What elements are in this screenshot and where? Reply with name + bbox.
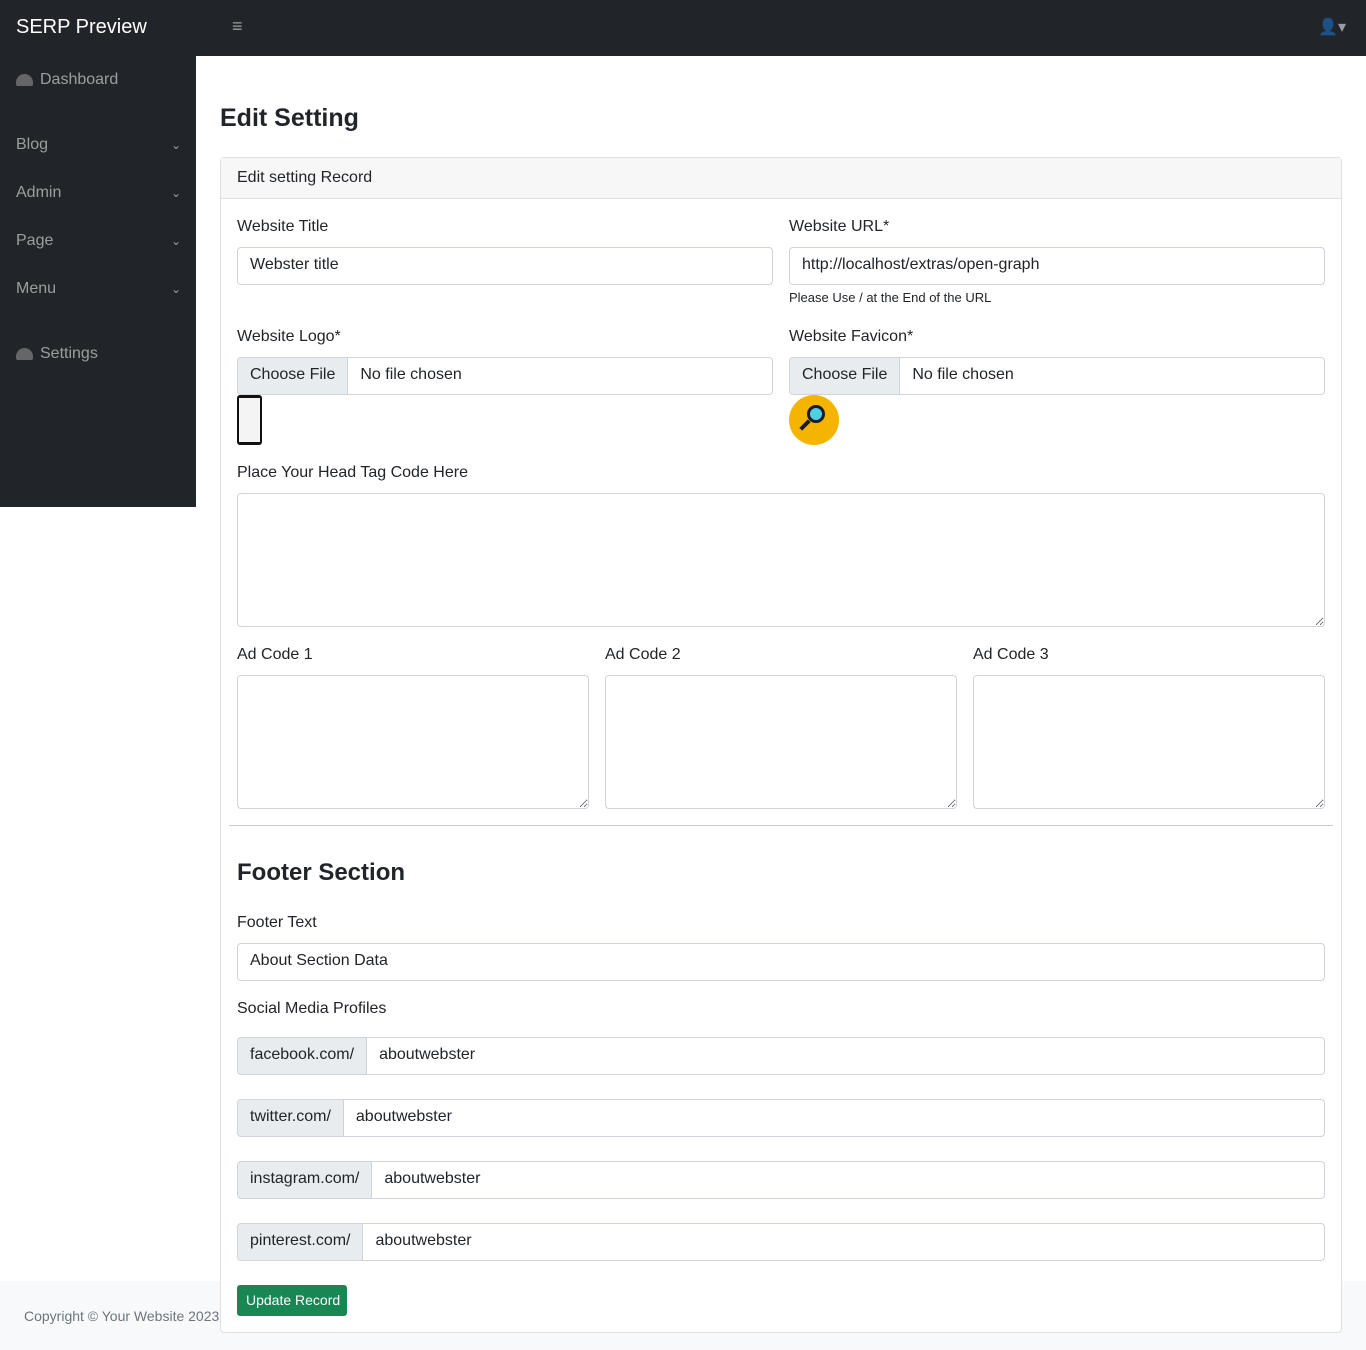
url-help-text: Please Use / at the End of the URL — [789, 290, 992, 305]
ad-code-1-textarea[interactable] — [237, 675, 589, 809]
instagram-input-group: instagram.com/aboutwebster — [237, 1161, 1325, 1199]
twitter-input-group: twitter.com/aboutwebster — [237, 1099, 1325, 1137]
user-menu-icon[interactable]: 👤▾ — [1318, 17, 1346, 37]
sidebar-item-dashboard[interactable]: Dashboard — [16, 71, 181, 89]
dashboard-icon — [16, 74, 33, 86]
sidebar-item-label: Settings — [40, 345, 98, 362]
ad-code-2-label: Ad Code 2 — [605, 646, 681, 663]
update-record-button[interactable]: Update Record — [237, 1285, 347, 1316]
ad-code-3-label: Ad Code 3 — [973, 646, 1049, 663]
ad-code-1-label: Ad Code 1 — [237, 646, 313, 663]
website-url-label: Website URL* — [789, 218, 890, 235]
ad-code-2-textarea[interactable] — [605, 675, 957, 809]
sidebar-toggle-icon[interactable]: ≡ — [232, 16, 243, 37]
sidebar-item-blog[interactable]: Blog ⌄ — [16, 136, 181, 154]
choose-file-button[interactable]: Choose File — [238, 358, 349, 394]
favicon-preview-image — [789, 395, 839, 445]
sidebar-item-menu[interactable]: Menu ⌄ — [16, 280, 181, 298]
file-status: No file chosen — [360, 366, 462, 383]
sidebar-item-label: Admin — [16, 184, 62, 201]
card-header: Edit setting Record — [221, 158, 1341, 199]
divider — [229, 825, 1333, 826]
head-code-label: Place Your Head Tag Code Here — [237, 464, 468, 481]
chevron-down-icon: ⌄ — [170, 282, 181, 296]
facebook-input-group: facebook.com/aboutwebster — [237, 1037, 1325, 1075]
pinterest-prefix: pinterest.com/ — [237, 1223, 364, 1261]
pinterest-input[interactable]: aboutwebster — [363, 1223, 1325, 1261]
ad-code-3-textarea[interactable] — [973, 675, 1325, 809]
sidebar-item-label: Blog — [16, 136, 49, 153]
dashboard-icon — [16, 348, 33, 360]
website-title-label: Website Title — [237, 218, 329, 235]
favicon-file-input[interactable]: Choose File No file chosen — [789, 357, 1325, 395]
facebook-prefix: facebook.com/ — [237, 1037, 368, 1075]
copyright-text: Copyright © Your Website 2023 — [24, 1308, 220, 1324]
brand-link[interactable]: SERP Preview — [16, 16, 147, 39]
sidebar-item-label: Page — [16, 232, 54, 249]
website-favicon-label: Website Favicon* — [789, 328, 914, 345]
footer-text-label: Footer Text — [237, 914, 317, 931]
chevron-down-icon: ⌄ — [170, 234, 181, 248]
sidebar-item-label: Dashboard — [40, 71, 119, 88]
social-profiles-label: Social Media Profiles — [237, 1000, 387, 1017]
head-code-textarea[interactable] — [237, 493, 1325, 627]
twitter-prefix: twitter.com/ — [237, 1099, 344, 1137]
twitter-input[interactable]: aboutwebster — [343, 1099, 1325, 1137]
footer-section-heading: Footer Section — [237, 859, 406, 886]
footer-text-input[interactable]: About Section Data — [237, 943, 1325, 981]
sidebar-item-label: Menu — [16, 280, 57, 297]
facebook-input[interactable]: aboutwebster — [367, 1037, 1325, 1075]
page-title: Edit Setting — [220, 104, 359, 132]
instagram-input[interactable]: aboutwebster — [372, 1161, 1325, 1199]
instagram-prefix: instagram.com/ — [237, 1161, 373, 1199]
chevron-down-icon: ⌄ — [170, 138, 181, 152]
logo-preview-image — [237, 395, 262, 445]
sidebar-item-admin[interactable]: Admin ⌄ — [16, 184, 181, 202]
sidebar-item-page[interactable]: Page ⌄ — [16, 232, 181, 250]
pinterest-input-group: pinterest.com/aboutwebster — [237, 1223, 1325, 1261]
chevron-down-icon: ⌄ — [170, 186, 181, 200]
sidebar: Dashboard Blog ⌄ Admin ⌄ Page ⌄ Menu ⌄ Setti… — [0, 56, 196, 507]
sidebar-item-settings[interactable]: Settings — [16, 345, 181, 363]
website-logo-label: Website Logo* — [237, 328, 341, 345]
top-navbar — [0, 0, 1366, 56]
choose-file-button[interactable]: Choose File — [790, 358, 901, 394]
website-url-input[interactable]: http://localhost/extras/open-graph — [789, 247, 1325, 285]
logo-file-input[interactable]: Choose File No file chosen — [237, 357, 773, 395]
file-status: No file chosen — [912, 366, 1014, 383]
website-title-input[interactable]: Webster title — [237, 247, 773, 285]
